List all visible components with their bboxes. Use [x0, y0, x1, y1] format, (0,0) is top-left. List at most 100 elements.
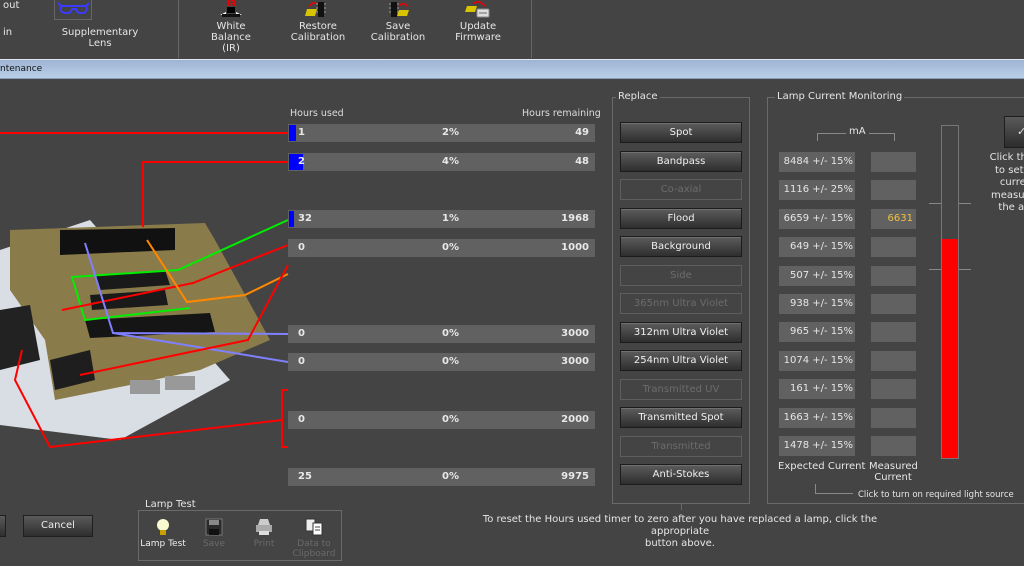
lamp-hours-fill	[289, 211, 294, 227]
expected-current-value[interactable]: 1478 +/- 15%	[779, 436, 855, 456]
window-title-bar[interactable]: ntenance	[0, 59, 1024, 79]
meter-tick	[959, 203, 971, 204]
replace-group-label: Replace	[616, 91, 660, 102]
ok-button[interactable]	[0, 515, 6, 537]
measured-current-value	[871, 265, 916, 286]
ribbon-zoom-out[interactable]: out	[3, 0, 19, 11]
save-results-button[interactable]: Save	[196, 517, 232, 549]
instruction-line: to set th	[995, 164, 1024, 176]
expected-current-value[interactable]: 1074 +/- 15%	[779, 350, 855, 371]
printer-icon	[254, 517, 274, 537]
clipboard-label-line2: Clipboard	[292, 549, 336, 559]
hours-percent-value: 0%	[442, 328, 459, 339]
cancel-button[interactable]: Cancel	[23, 515, 93, 537]
lamp-current-group-label: Lamp Current Monitoring	[775, 91, 905, 102]
expected-current-value[interactable]: 965 +/- 15%	[779, 322, 855, 343]
replace-anti-stokes-button[interactable]: Anti-Stokes	[620, 464, 742, 485]
supplementary-lens-button[interactable]: Supplementary Lens	[50, 27, 150, 49]
expected-current-header: Expected Current	[778, 461, 866, 472]
lamp-hours-bar: 0 0% 3000	[288, 325, 595, 343]
hours-percent-value: 2%	[442, 127, 459, 138]
measured-current-value	[871, 350, 916, 371]
measured-current-value	[871, 152, 916, 172]
update-firmware-sublabel: Firmware	[455, 32, 501, 43]
window-title: ntenance	[0, 64, 43, 74]
restore-calibration-button[interactable]: Restore Calibration	[285, 0, 351, 43]
save-label: Save	[202, 539, 226, 549]
ribbon-zoom-in[interactable]: in	[3, 27, 12, 38]
hours-remaining-value: 3000	[561, 356, 589, 367]
replace-transmitted-spot-button[interactable]: Transmitted Spot	[620, 407, 742, 428]
expected-current-value[interactable]: 507 +/- 15%	[779, 265, 855, 286]
measured-current-value	[871, 237, 916, 258]
lamp-hours-bar: 0 0% 1000	[288, 239, 595, 257]
instruction-line: the act	[998, 202, 1024, 213]
expected-current-value[interactable]: 161 +/- 15%	[779, 379, 855, 400]
hours-remaining-value: 48	[575, 156, 589, 167]
lamp-hours-bar: 1 2% 49	[288, 124, 595, 142]
expected-current-value[interactable]: 1663 +/- 15%	[779, 407, 855, 428]
replace-connector	[681, 504, 682, 510]
replace-transmitted-uv-button[interactable]: Transmitted UV	[620, 378, 742, 400]
instruction-line: Click the a	[989, 152, 1024, 163]
expected-current-value[interactable]: 1116 +/- 25%	[779, 180, 855, 201]
lamp-hours-bar: 25 0% 9975	[288, 468, 595, 486]
hours-percent-value: 0%	[442, 414, 459, 425]
restore-calibration-sublabel: Calibration	[290, 32, 346, 43]
hours-used-value: 32	[298, 213, 312, 224]
meter-tick	[929, 269, 941, 270]
hours-percent-value: 0%	[442, 242, 459, 253]
save-calibration-label: Save	[385, 21, 411, 32]
hours-used-value: 0	[298, 242, 305, 253]
replace-co-axial-button[interactable]: Co-axial	[620, 179, 742, 200]
white-balance-label: White Balance	[211, 21, 251, 43]
lamp-hours-fill	[289, 125, 296, 141]
instrument-illustration	[0, 132, 289, 449]
measured-current-value	[871, 322, 916, 343]
measured-current-value	[871, 436, 916, 456]
replace-spot-button[interactable]: Spot	[620, 122, 742, 143]
print-button[interactable]: Print	[246, 517, 282, 549]
light-bulb-icon	[153, 517, 173, 537]
lamp-test-label: Lamp Test	[140, 539, 186, 549]
update-firmware-label: Update	[459, 21, 497, 32]
expected-current-value[interactable]: 938 +/- 15%	[779, 294, 855, 314]
save-chip-icon	[383, 0, 413, 18]
lamp-test-group-label: Lamp Test	[143, 499, 198, 510]
ribbon: out in Supplementary Lens IR White Balan…	[0, 0, 1024, 59]
update-firmware-button[interactable]: Update Firmware	[445, 0, 511, 43]
ribbon-separator	[178, 0, 179, 58]
replace-transmitted-button[interactable]: Transmitted	[620, 435, 742, 457]
unit-label: mA	[846, 126, 869, 137]
save-calibration-button[interactable]: Save Calibration	[365, 0, 431, 43]
expected-current-value[interactable]: 6659 +/- 15%	[779, 208, 855, 229]
lamp-test-button[interactable]: Lamp Test	[140, 517, 186, 549]
hours-used-value: 2	[298, 156, 305, 167]
reset-instructions-line1: To reset the Hours used timer to zero af…	[482, 514, 878, 537]
ribbon-separator	[531, 0, 532, 58]
reset-instructions: To reset the Hours used timer to zero af…	[470, 514, 890, 550]
replace-254nm-ultra-violet-button[interactable]: 254nm Ultra Violet	[620, 350, 742, 371]
replace-312nm-ultra-violet-button[interactable]: 312nm Ultra Violet	[620, 321, 742, 343]
hours-remaining-value: 1968	[561, 213, 589, 224]
white-balance-ir-button[interactable]: IR White Balance (IR)	[195, 0, 267, 54]
hours-used-value: 25	[298, 471, 312, 482]
replace-side-button[interactable]: Side	[620, 264, 742, 286]
replace-background-button[interactable]: Background	[620, 236, 742, 257]
replace-365nm-ultra-violet-button[interactable]: 365nm Ultra Violet	[620, 293, 742, 314]
hours-percent-value: 0%	[442, 356, 459, 367]
replace-bandpass-button[interactable]: Bandpass	[620, 150, 742, 172]
set-current-button[interactable]: ✓	[1004, 116, 1024, 148]
replace-flood-button[interactable]: Flood	[620, 207, 742, 229]
supplementary-lens-icon-box[interactable]	[54, 0, 92, 20]
measured-current-header: Measured Current	[869, 461, 918, 483]
hours-percent-value: 0%	[442, 471, 459, 482]
data-to-clipboard-button[interactable]: Data to Clipboard	[292, 517, 336, 559]
measured-current-value	[871, 407, 916, 428]
expected-current-value[interactable]: 649 +/- 15%	[779, 237, 855, 258]
measured-header-line1: Measured	[869, 461, 918, 472]
lamp-hours-bar: 0 0% 2000	[288, 411, 595, 429]
hours-remaining-value: 9975	[561, 471, 589, 482]
ir-camera-icon: IR	[216, 0, 246, 18]
expected-current-value[interactable]: 8484 +/- 15%	[779, 152, 855, 172]
